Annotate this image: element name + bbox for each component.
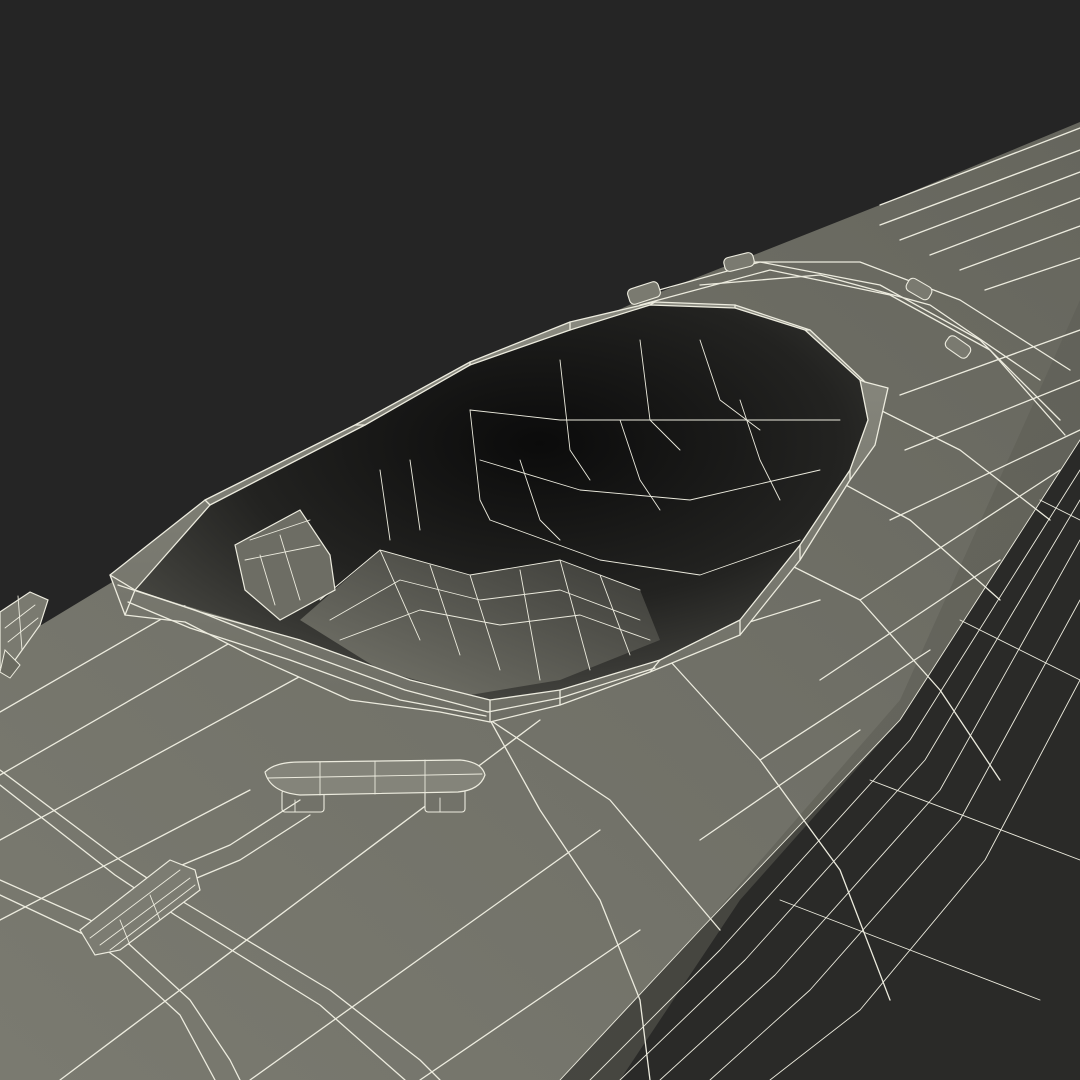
kayak-render-viewport — [0, 0, 1080, 1080]
kayak-wireframe-render — [0, 122, 1080, 1080]
